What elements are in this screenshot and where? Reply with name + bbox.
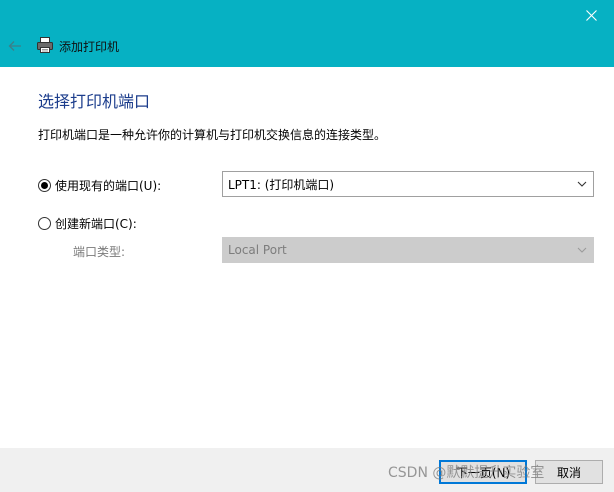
close-button[interactable]	[568, 0, 614, 30]
create-new-port-label: 创建新端口(C):	[55, 217, 137, 231]
close-icon	[585, 9, 597, 21]
port-type-select: Local Port	[222, 237, 594, 263]
title-bar: 添加打印机	[0, 0, 614, 67]
window-title: 添加打印机	[59, 40, 120, 54]
chevron-down-icon	[577, 247, 587, 253]
add-printer-window: 添加打印机 选择打印机端口 打印机端口是一种允许你的计算机与打印机交换信息的连接…	[0, 0, 614, 492]
back-arrow-icon	[8, 41, 21, 51]
back-button[interactable]	[4, 36, 26, 56]
radio-checked-icon[interactable]	[38, 179, 51, 192]
existing-port-select[interactable]: LPT1: (打印机端口)	[222, 171, 594, 197]
port-type-value: Local Port	[228, 243, 287, 257]
cancel-button[interactable]: 取消	[535, 460, 603, 484]
port-type-label: 端口类型:	[73, 245, 126, 259]
next-button[interactable]: 下一页(N)	[439, 460, 527, 484]
use-existing-port-label: 使用现有的端口(U):	[55, 179, 162, 193]
use-existing-port-radio[interactable]: 使用现有的端口(U):	[38, 177, 161, 194]
printer-icon	[37, 37, 53, 53]
create-new-port-radio[interactable]: 创建新端口(C):	[38, 215, 137, 232]
page-heading: 选择打印机端口	[38, 92, 151, 111]
existing-port-value: LPT1: (打印机端口)	[228, 177, 335, 192]
page-description: 打印机端口是一种允许你的计算机与打印机交换信息的连接类型。	[38, 128, 387, 142]
radio-unchecked-icon[interactable]	[38, 217, 51, 230]
chevron-down-icon	[577, 181, 587, 187]
